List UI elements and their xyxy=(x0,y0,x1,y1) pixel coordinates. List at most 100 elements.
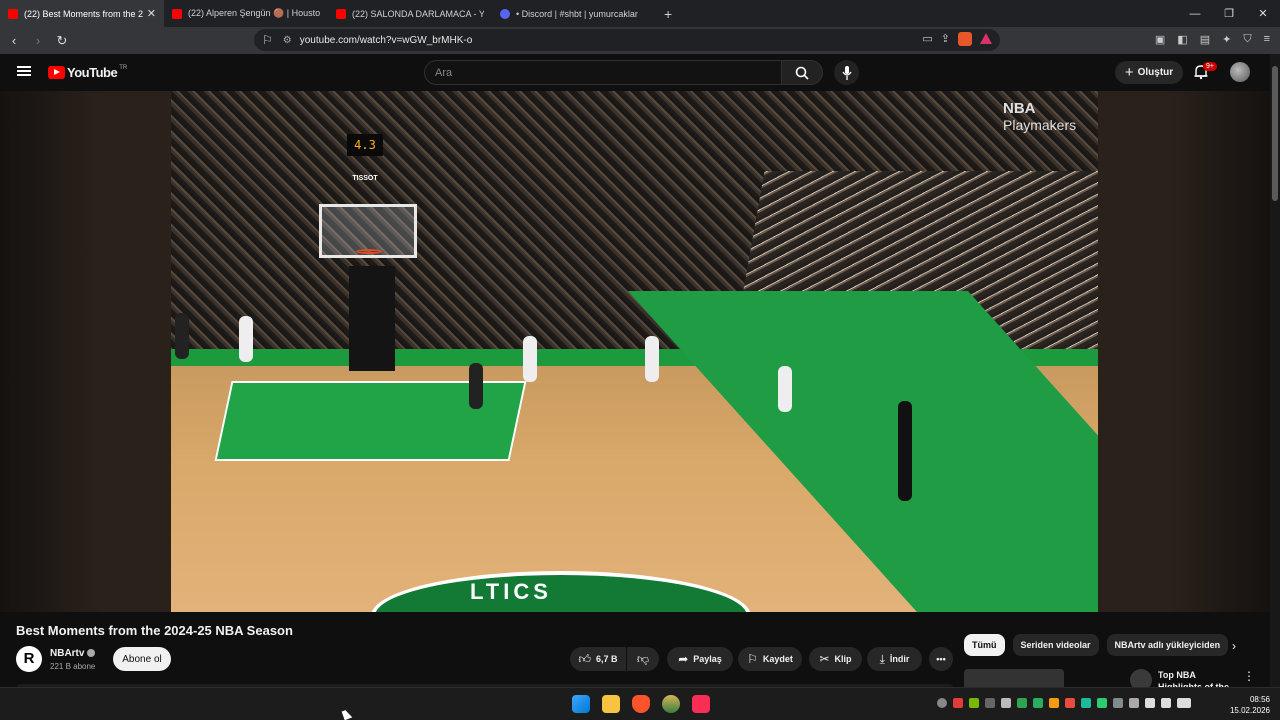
voice-search-button[interactable] xyxy=(834,60,859,85)
browser-tab[interactable]: • Discord | #shbt | yumurcaklar xyxy=(492,0,656,27)
shield-icon[interactable] xyxy=(1097,698,1107,708)
browser-tab[interactable]: (22) SALONDA DARLAMACA - YouTu xyxy=(328,0,492,27)
battery-icon[interactable] xyxy=(1177,698,1191,708)
address-bar[interactable]: ⚐ ⚙ youtube.com/watch?v=wGW_brMHK-o ▭ ⇪ xyxy=(254,29,1000,51)
youtube-favicon-icon xyxy=(172,8,182,19)
create-button[interactable]: + Oluştur xyxy=(1115,61,1183,84)
sidebar-icon[interactable]: ◧ xyxy=(1177,33,1187,46)
start-icon[interactable] xyxy=(572,695,590,713)
clip-label: Klip xyxy=(834,654,852,664)
reading-list-icon[interactable]: ▤ xyxy=(1200,33,1210,46)
more-vertical-icon[interactable]: ⋮ xyxy=(1243,669,1255,683)
search-input[interactable] xyxy=(435,66,755,79)
account-avatar[interactable] xyxy=(1230,62,1250,82)
system-clock[interactable]: 08:56 15.02.2026 xyxy=(1224,694,1270,716)
tab-title: (22) Alperen Şengün 🟤 | Houston R xyxy=(188,8,320,18)
youtube-play-icon xyxy=(48,66,65,79)
youtube-logo[interactable]: YouTube TR xyxy=(48,65,127,80)
cast-icon[interactable]: ▭ xyxy=(922,32,932,46)
player-figure xyxy=(645,336,659,382)
video-frame[interactable]: 4.3 TISSOT LTICS NBA Playmakers xyxy=(171,91,1098,612)
browser-tab[interactable]: (22) Alperen Şengün 🟤 | Houston R xyxy=(164,0,328,27)
related-filter-chips: Tümü Seriden videolar NBArtv adlı yükley… xyxy=(964,634,1229,656)
close-tab-icon[interactable]: ✕ xyxy=(147,7,156,20)
reload-icon[interactable]: ↻ xyxy=(52,33,72,49)
microphone-icon[interactable] xyxy=(1129,698,1139,708)
share-page-icon[interactable]: ⇪ xyxy=(941,32,950,46)
center-court-text: LTICS xyxy=(470,579,552,604)
tray-icon[interactable] xyxy=(953,698,963,708)
video-title: Best Moments from the 2024-25 NBA Season xyxy=(16,623,293,638)
channel-name[interactable]: NBArtv xyxy=(50,648,84,659)
tray-icon[interactable] xyxy=(1033,698,1043,708)
brave-shield-icon[interactable] xyxy=(958,32,972,46)
sponsor-text: TISSOT xyxy=(352,175,378,182)
download-button[interactable]: ⤓ İndir xyxy=(867,647,922,671)
clock-time: 08:56 xyxy=(1249,695,1270,704)
subscribe-button[interactable]: Abone ol xyxy=(113,647,171,671)
more-actions-button[interactable]: ••• xyxy=(929,647,953,671)
like-button[interactable]: 👍︎ 6,7 B xyxy=(570,647,626,671)
bookmark-icon[interactable]: ⚐ xyxy=(262,33,273,47)
scrollbar-thumb[interactable] xyxy=(1272,66,1278,201)
tray-icon[interactable] xyxy=(1017,698,1027,708)
chevron-left-icon[interactable] xyxy=(985,698,995,708)
brave-browser-icon[interactable] xyxy=(632,695,650,713)
forward-icon[interactable]: › xyxy=(28,33,48,48)
app-icon[interactable] xyxy=(662,695,680,713)
tray-icon[interactable] xyxy=(1113,698,1123,708)
chip-uploader[interactable]: NBArtv adlı yükleyiciden xyxy=(1106,634,1229,656)
browser-tab[interactable]: (22) Best Moments from the 202 ✕ xyxy=(0,0,164,27)
os-taskbar: 08:56 15.02.2026 xyxy=(0,687,1280,720)
microphone-icon xyxy=(841,65,852,80)
new-tab-icon[interactable]: + xyxy=(664,6,672,22)
back-icon[interactable]: ‹ xyxy=(4,33,24,48)
chevron-right-icon[interactable]: › xyxy=(1232,639,1236,653)
menu-icon[interactable]: ≡ xyxy=(1264,33,1270,46)
search-button[interactable] xyxy=(781,60,823,85)
shot-clock: 4.3 xyxy=(347,134,383,156)
tray-icon[interactable] xyxy=(1001,698,1011,708)
watermark-line2: Playmakers xyxy=(1003,117,1077,133)
wallet-icon[interactable]: ▣ xyxy=(1155,33,1165,46)
minimize-icon[interactable]: — xyxy=(1178,8,1212,20)
chip-all[interactable]: Tümü xyxy=(964,634,1005,656)
video-player[interactable]: 4.3 TISSOT LTICS NBA Playmakers xyxy=(0,91,1270,612)
restore-icon[interactable]: ❐ xyxy=(1212,7,1246,20)
network-icon[interactable] xyxy=(1145,698,1155,708)
page-scrollbar[interactable] xyxy=(1270,54,1280,687)
share-button[interactable]: ➦ Paylaş xyxy=(667,647,733,671)
channel-name-row[interactable]: NBArtv xyxy=(50,648,96,659)
channel-avatar[interactable]: R xyxy=(16,646,42,672)
player-figure xyxy=(239,316,253,362)
leo-ai-icon[interactable]: ✦ xyxy=(1222,33,1231,46)
site-info-icon[interactable]: ⚙ xyxy=(283,35,292,46)
nvidia-icon[interactable] xyxy=(969,698,979,708)
watermark-line1: NBA xyxy=(1003,100,1036,117)
chip-series[interactable]: Seriden videolar xyxy=(1012,634,1099,656)
guide-menu-icon[interactable] xyxy=(17,66,31,76)
vpn-icon[interactable]: ⛉ xyxy=(1243,33,1251,46)
search-box xyxy=(424,60,782,85)
share-label: Paylaş xyxy=(693,654,722,664)
tray-icon[interactable] xyxy=(1049,698,1059,708)
close-window-icon[interactable]: ✕ xyxy=(1246,7,1280,20)
clip-button[interactable]: ✂ Klip xyxy=(809,647,862,671)
tab-title: (22) Best Moments from the 202 xyxy=(24,8,143,19)
share-icon: ➦ xyxy=(678,652,689,666)
tray-icon[interactable] xyxy=(1081,698,1091,708)
url-text[interactable]: youtube.com/watch?v=wGW_brMHK-o xyxy=(300,35,473,46)
tray-icon[interactable] xyxy=(1065,698,1075,708)
tray-icon[interactable] xyxy=(937,698,947,708)
download-label: İndir xyxy=(889,654,910,664)
file-explorer-icon[interactable] xyxy=(602,695,620,713)
clock-date: 15.02.2026 xyxy=(1229,706,1270,715)
save-button[interactable]: ⚐ Kaydet xyxy=(738,647,802,671)
brave-rewards-icon[interactable] xyxy=(980,33,992,44)
subscriber-count: 221 B abone xyxy=(50,662,96,671)
scissors-icon: ✂ xyxy=(819,652,830,666)
dislike-button[interactable]: 👎︎ xyxy=(627,647,659,671)
music-app-icon[interactable] xyxy=(692,695,710,713)
youtube-header: YouTube TR + Oluştur 9+ xyxy=(0,54,1270,91)
volume-icon[interactable] xyxy=(1161,698,1171,708)
